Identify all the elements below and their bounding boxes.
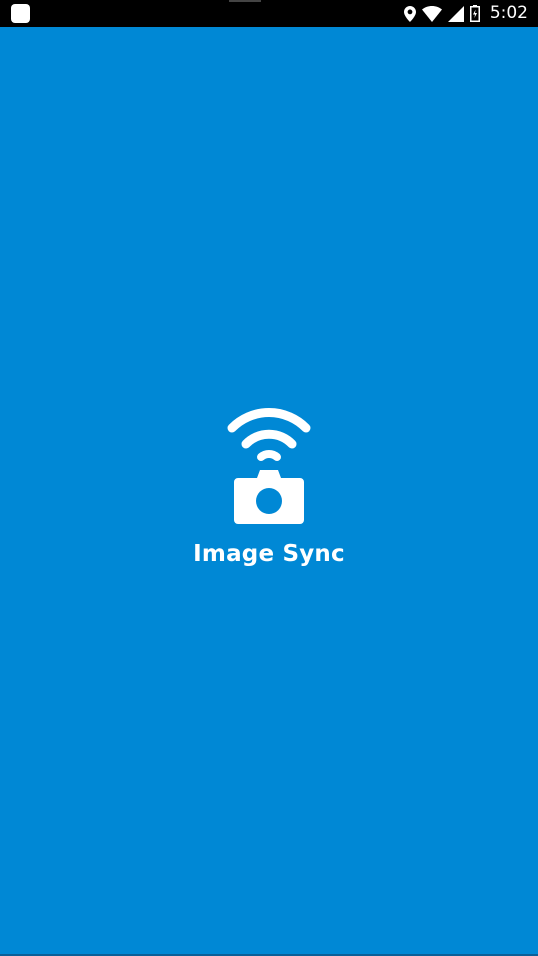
cell-signal-icon: [447, 5, 464, 22]
wireless-camera-icon: [227, 408, 311, 524]
status-time: 5:02: [489, 3, 528, 23]
status-icons: 5:02: [403, 0, 528, 27]
status-bar: 5:02: [0, 0, 538, 27]
wifi-icon: [421, 5, 442, 22]
splash-screen: 5:02 Image Sync: [0, 0, 538, 956]
app-notification-icon: [11, 4, 30, 23]
notch-indicator: [229, 0, 261, 2]
battery-icon: [469, 5, 480, 22]
splash-content: Image Sync: [0, 400, 538, 567]
location-icon: [403, 5, 416, 22]
app-name: Image Sync: [193, 541, 345, 567]
